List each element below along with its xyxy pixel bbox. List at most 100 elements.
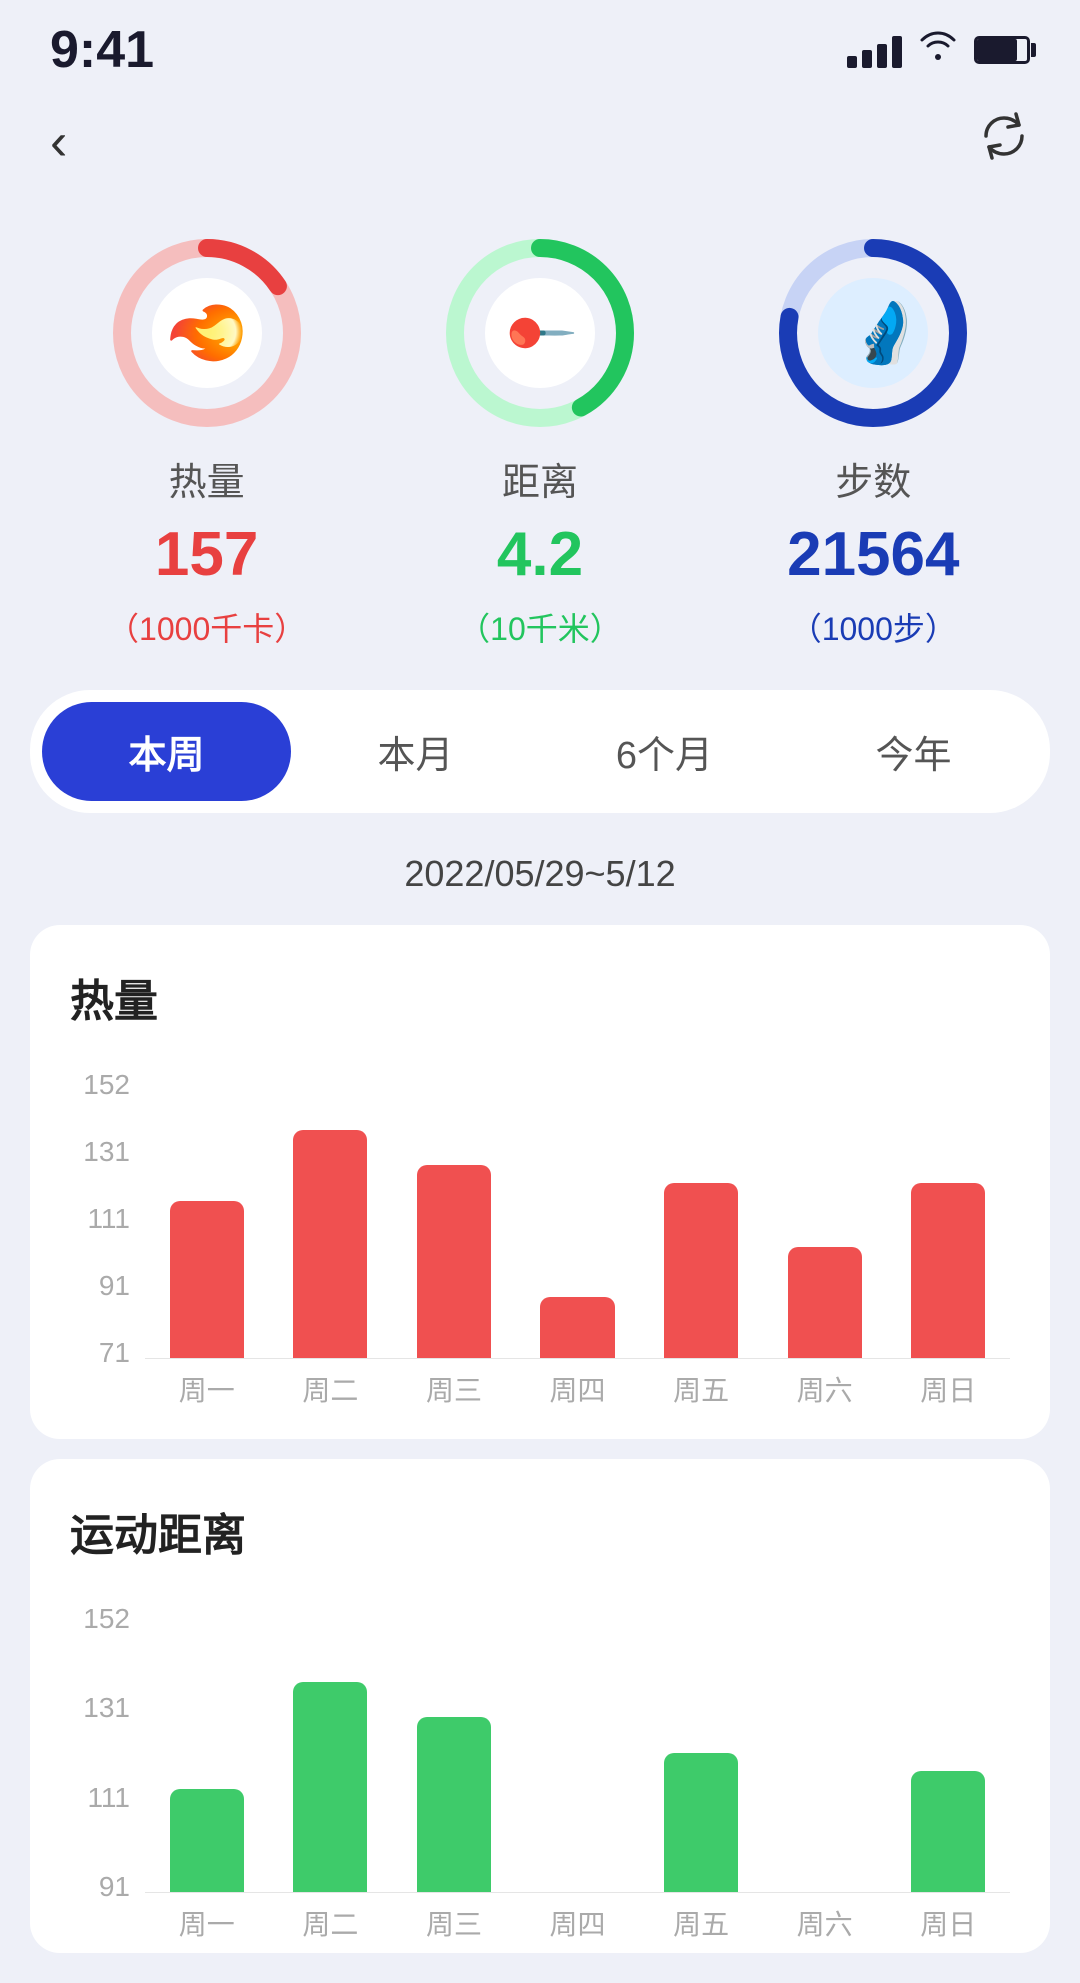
- svg-text:📍: 📍: [508, 296, 575, 369]
- x-label: 周二: [269, 1369, 393, 1409]
- y-label: 71: [99, 1337, 130, 1369]
- stat-item-steps: 👟 步数 21564 （1000步）: [773, 233, 973, 650]
- bar-group: [392, 1069, 516, 1358]
- y-label: 131: [83, 1136, 130, 1168]
- calories-chart-bars-wrapper: 周一周二周三周四周五周六周日: [145, 1069, 1010, 1409]
- x-label: 周三: [392, 1903, 516, 1943]
- y-label: 91: [99, 1270, 130, 1302]
- distance-chart-title: 运动距离: [70, 1499, 1010, 1563]
- bar-group: [763, 1603, 887, 1892]
- bar-group: [145, 1069, 269, 1358]
- svg-text:👟: 👟: [843, 296, 910, 369]
- y-label: 131: [83, 1692, 130, 1724]
- stat-label-steps: 步数: [835, 451, 911, 506]
- stat-value-steps: 21564: [787, 524, 959, 586]
- y-label: 152: [83, 1603, 130, 1635]
- bar: [911, 1183, 985, 1358]
- distance-chart-bars-wrapper: 周一周二周三周四周五周六周日: [145, 1603, 1010, 1943]
- bar: [911, 1771, 985, 1892]
- bar-group: [763, 1069, 887, 1358]
- bar: [788, 1247, 862, 1358]
- stat-goal-distance: （10千米）: [458, 604, 622, 650]
- x-label: 周六: [763, 1369, 887, 1409]
- stat-label-distance: 距离: [502, 451, 578, 506]
- bar: [170, 1789, 244, 1892]
- top-nav: ‹: [0, 90, 1080, 203]
- status-time: 9:41: [50, 20, 154, 80]
- calories-chart-bars: [145, 1069, 1010, 1359]
- refresh-button[interactable]: [978, 110, 1030, 173]
- x-label: 周四: [516, 1903, 640, 1943]
- status-icons: [847, 29, 1030, 71]
- tab-2[interactable]: 6个月: [540, 702, 789, 801]
- x-label: 周二: [269, 1903, 393, 1943]
- bar-group: [639, 1603, 763, 1892]
- tab-1[interactable]: 本月: [291, 702, 540, 801]
- bar: [417, 1717, 491, 1892]
- calories-chart-area: 152 131 111 91 71 周一周二周三周四周五周六周日: [70, 1069, 1010, 1409]
- stat-value-distance: 4.2: [497, 524, 583, 586]
- distance-chart-bars: [145, 1603, 1010, 1893]
- bar: [664, 1753, 738, 1892]
- ring-icon-steps: 👟: [818, 278, 928, 388]
- stats-row: 🔥 热量 157 （1000千卡） 📍 距离 4.2 （10千米） 👟: [0, 203, 1080, 670]
- date-range: 2022/05/29~5/12: [0, 833, 1080, 905]
- x-label: 周六: [763, 1903, 887, 1943]
- bar-group: [886, 1603, 1010, 1892]
- bar-group: [269, 1069, 393, 1358]
- stat-item-calories: 🔥 热量 157 （1000千卡）: [107, 233, 307, 650]
- distance-chart-y-labels: 152 131 111 91: [70, 1603, 140, 1903]
- battery-icon: [974, 36, 1030, 64]
- calories-chart-title: 热量: [70, 965, 1010, 1029]
- ring-steps: 👟: [773, 233, 973, 433]
- stat-value-calories: 157: [155, 524, 258, 586]
- signal-icon: [847, 32, 902, 68]
- bar: [170, 1201, 244, 1358]
- bar-group: [886, 1069, 1010, 1358]
- x-label: 周三: [392, 1369, 516, 1409]
- ring-distance: 📍: [440, 233, 640, 433]
- ring-icon-distance: 📍: [485, 278, 595, 388]
- bar: [293, 1682, 367, 1893]
- bar: [293, 1130, 367, 1358]
- bar-group: [145, 1603, 269, 1892]
- distance-chart-x-labels: 周一周二周三周四周五周六周日: [145, 1903, 1010, 1943]
- bar-group: [392, 1603, 516, 1892]
- stat-goal-steps: （1000步）: [790, 604, 957, 650]
- distance-chart-card: 运动距离 152 131 111 91 周一周二周三周四周五周六周日: [30, 1459, 1050, 1953]
- tab-bar: 本周本月6个月今年: [30, 690, 1050, 813]
- bar-group: [639, 1069, 763, 1358]
- bar: [417, 1165, 491, 1358]
- stat-item-distance: 📍 距离 4.2 （10千米）: [440, 233, 640, 650]
- x-label: 周四: [516, 1369, 640, 1409]
- y-label: 152: [83, 1069, 130, 1101]
- ring-calories: 🔥: [107, 233, 307, 433]
- bar: [540, 1297, 614, 1358]
- tab-0[interactable]: 本周: [42, 702, 291, 801]
- bar: [664, 1183, 738, 1358]
- stat-label-calories: 热量: [169, 451, 245, 506]
- back-button[interactable]: ‹: [50, 112, 67, 172]
- x-label: 周五: [639, 1369, 763, 1409]
- bar-group: [269, 1603, 393, 1892]
- y-label: 111: [87, 1203, 130, 1235]
- distance-chart-area: 152 131 111 91 周一周二周三周四周五周六周日: [70, 1603, 1010, 1943]
- bar-group: [516, 1069, 640, 1358]
- bar-group: [516, 1603, 640, 1892]
- status-bar: 9:41: [0, 0, 1080, 90]
- y-label: 111: [87, 1782, 130, 1814]
- y-label: 91: [99, 1871, 130, 1903]
- wifi-icon: [918, 29, 958, 71]
- svg-text:🔥: 🔥: [169, 292, 244, 374]
- calories-chart-card: 热量 152 131 111 91 71 周一周二周三周四周五周六周日: [30, 925, 1050, 1439]
- x-label: 周一: [145, 1903, 269, 1943]
- x-label: 周五: [639, 1903, 763, 1943]
- x-label: 周一: [145, 1369, 269, 1409]
- calories-chart-x-labels: 周一周二周三周四周五周六周日: [145, 1369, 1010, 1409]
- x-label: 周日: [886, 1903, 1010, 1943]
- ring-icon-calories: 🔥: [152, 278, 262, 388]
- calories-chart-y-labels: 152 131 111 91 71: [70, 1069, 140, 1369]
- x-label: 周日: [886, 1369, 1010, 1409]
- stat-goal-calories: （1000千卡）: [107, 604, 306, 650]
- tab-3[interactable]: 今年: [789, 702, 1038, 801]
